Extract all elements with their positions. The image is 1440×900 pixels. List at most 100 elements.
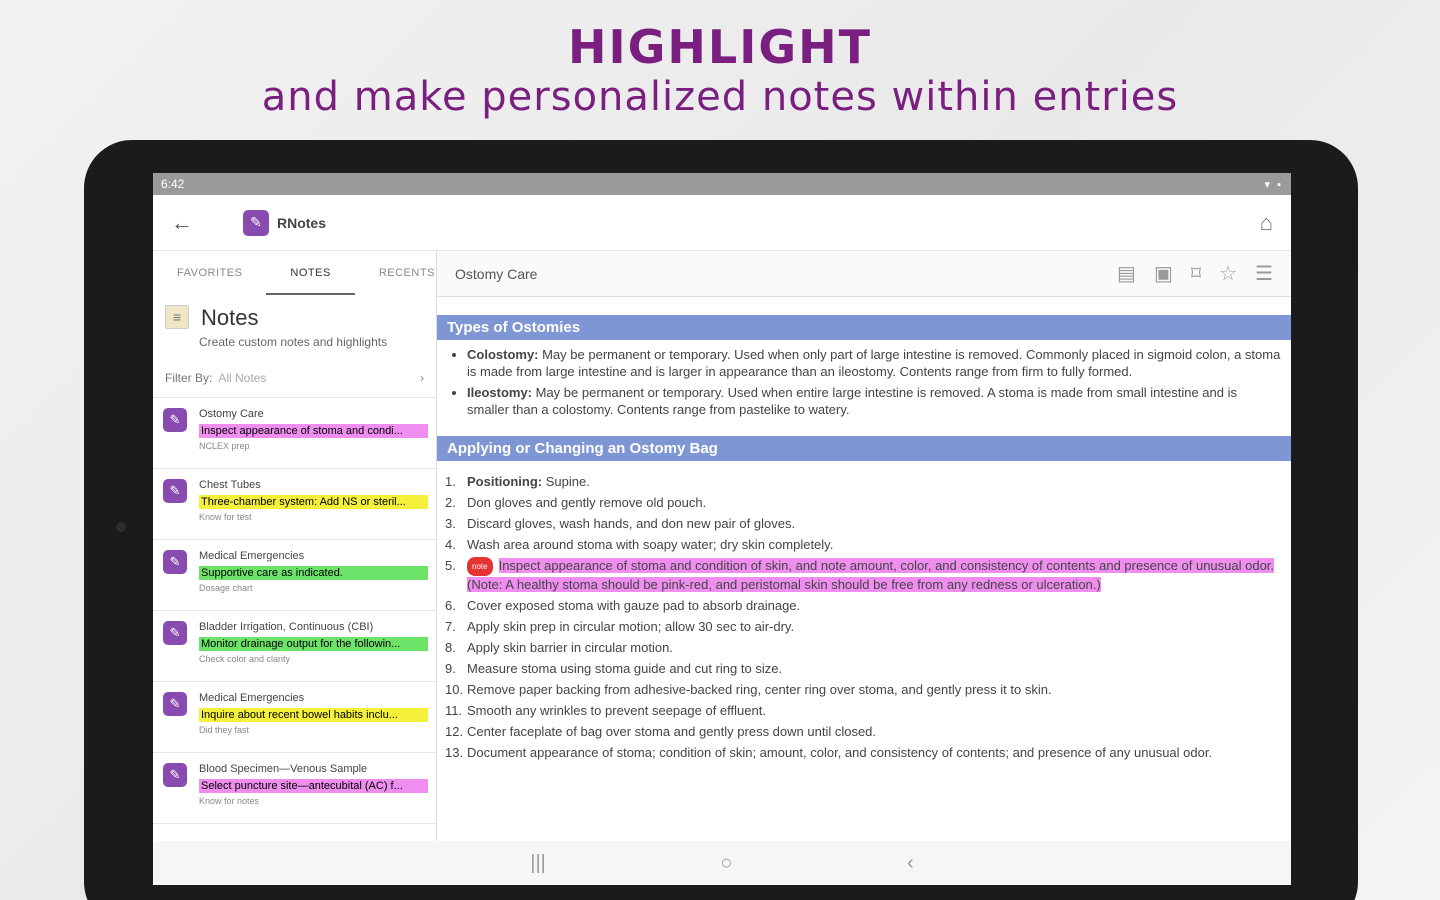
note-title: Blood Specimen—Venous Sample [199, 763, 368, 775]
step-text: Inspect appearance of stoma and conditio… [467, 558, 1275, 593]
note-text: Blood Specimen—Venous Sample Select punct… [199, 763, 428, 815]
step-number: 4. [445, 537, 456, 552]
star-icon[interactable]: ☆ [1219, 261, 1237, 286]
home-circle-icon[interactable]: ○ [720, 852, 732, 875]
menu-icon[interactable]: ☰ [1255, 261, 1273, 286]
step-number: 12. [445, 724, 464, 740]
step-number: 3. [445, 516, 456, 531]
home-icon[interactable]: ⌂ [1260, 210, 1273, 236]
note-text: Medical Emergencies Inquire about recent … [199, 692, 428, 744]
step-number: 2. [445, 495, 456, 510]
step-number: 8. [445, 640, 456, 656]
step-item: 12. Center faceplate of bag over stoma an… [445, 723, 1281, 740]
note-list-item[interactable]: ✎ Chest Tubes Three-chamber system: Add NS… [153, 469, 436, 540]
note-list-item[interactable]: ✎ Ostomy Care Inspect appearance of stoma … [153, 398, 436, 469]
step-item: 10. Remove paper backing from adhesive-ba… [445, 681, 1281, 698]
notes-title: Notes [201, 305, 259, 330]
note-tag: Know for notes [199, 796, 260, 806]
note-list-item[interactable]: ✎ Bladder Irrigation, Continuous (CBI) Mon… [153, 611, 436, 682]
note-title: Medical Emergencies [199, 692, 305, 704]
clipboard-icon[interactable]: ▤ [1117, 261, 1136, 286]
note-text: Medical Emergencies Supportive care as in… [199, 550, 428, 602]
note-app-icon: ✎ [163, 621, 187, 645]
type-item: Colostomy: May be permanent or temporary… [467, 346, 1281, 380]
step-item: 2. Don gloves and gently remove old pouch… [445, 494, 1281, 511]
step-text: Apply skin prep in circular motion; allo… [467, 619, 795, 635]
type-term: Ileostomy: [467, 385, 533, 400]
step-number: 1. [445, 474, 456, 489]
notes-header: ≡ Notes [153, 295, 436, 331]
note-highlight: Three-chamber system: Add NS or steril..… [199, 495, 428, 509]
note-list-item[interactable]: ✎ Blood Specimen—Venous Sample Select punc… [153, 753, 436, 824]
type-text: May be permanent or temporary. Used when… [467, 347, 1281, 379]
notes-subtitle: Create custom notes and highlights [199, 335, 388, 349]
recent-apps-icon[interactable]: ||| [530, 852, 546, 875]
section-types-title: Types of Ostomies [437, 315, 1291, 340]
step-item: 1. Positioning: Supine. [445, 473, 1281, 490]
note-highlight: Select puncture site—antecubital (AC) f.… [199, 779, 428, 793]
device-screen: 6:42 ▾ ▪ ← ✎ RNotes ⌂ FAVORITES NOTES RECE… [153, 173, 1291, 885]
step-body: Smooth any wrinkles to prevent seepage o… [467, 702, 766, 719]
back-arrow-icon[interactable]: ← [171, 210, 211, 236]
type-term: Colostomy: [467, 347, 539, 362]
note-text: Bladder Irrigation, Continuous (CBI) Moni… [199, 621, 428, 673]
status-icons: ▾ ▪ [1264, 178, 1283, 191]
back-chevron-icon[interactable]: ‹ [907, 852, 914, 875]
step-number: 11. [445, 703, 463, 719]
note-list-item[interactable]: ✎ Medical Emergencies Supportive care as i… [153, 540, 436, 611]
step-text: Supine. [545, 474, 590, 489]
tab-notes[interactable]: NOTES [266, 251, 355, 295]
step-body: Document appearance of stoma; condition … [467, 744, 1212, 761]
types-list: Colostomy: May be permanent or temporary… [437, 340, 1291, 418]
step-text: Remove paper backing from adhesive-backe… [467, 682, 1052, 698]
step-number: 6. [445, 598, 456, 614]
headline-subtitle: and make personalized notes within entri… [261, 74, 1179, 120]
content-body: FAVORITES NOTES RECENTS ≡ Notes Create cus… [153, 251, 1291, 863]
filter-row[interactable]: Filter By: All Notes › [153, 349, 436, 398]
note-title: Bladder Irrigation, Continuous (CBI) [199, 621, 374, 633]
step-number: 10. [445, 682, 464, 698]
note-highlight: Supportive care as indicated. [199, 566, 428, 580]
step-body: Discard gloves, wash hands, and don new … [467, 515, 795, 532]
step-body: Don gloves and gently remove old pouch. [467, 494, 706, 511]
notepad-icon: ≡ [165, 305, 189, 329]
note-badge-icon[interactable]: note [467, 557, 493, 577]
step-body: Apply skin prep in circular motion; allo… [467, 618, 794, 635]
step-body: Wash area around stoma with soapy water;… [467, 536, 833, 553]
step-text: Apply skin barrier in circular motion. [467, 640, 673, 656]
note-list-item[interactable]: ✎ Medical Emergencies Inquire about recent… [153, 682, 436, 753]
entry-panel: Ostomy Care ▤ ▣ ⌑ ☆ ☰ Types of Ostomies … [437, 251, 1291, 863]
filter-label: Filter By: [165, 371, 213, 385]
step-number: 13. [445, 745, 464, 761]
step-text: Discard gloves, wash hands, and don new … [467, 516, 796, 531]
status-time: 6:42 [161, 177, 185, 191]
tag-icon[interactable]: ⌑ [1191, 261, 1201, 286]
note-tag: Check color and clarity [199, 654, 291, 664]
step-text: Center faceplate of bag over stoma and g… [467, 724, 877, 740]
note-title: Ostomy Care [199, 408, 264, 420]
step-item: 3. Discard gloves, wash hands, and don ne… [445, 515, 1281, 532]
topic-title: Ostomy Care [455, 265, 538, 282]
save-icon[interactable]: ▣ [1154, 261, 1173, 286]
step-number: 7. [445, 619, 456, 635]
system-nav-bar: ||| ○ ‹ [153, 841, 1291, 885]
app-title: RNotes [277, 214, 327, 231]
app-bar: ← ✎ RNotes ⌂ [153, 195, 1291, 251]
step-body: Positioning: Supine. [467, 473, 590, 490]
note-tag: Know for test [199, 512, 252, 522]
type-text: May be permanent or temporary. Used when… [467, 385, 1237, 417]
note-app-icon: ✎ [163, 763, 187, 787]
tab-favorites[interactable]: FAVORITES [153, 251, 266, 295]
note-highlight: Monitor drainage output for the followin… [199, 637, 428, 651]
note-tag: NCLEX prep [199, 441, 250, 451]
step-text: Wash area around stoma with soapy water;… [467, 537, 834, 552]
note-highlight: Inquire about recent bowel habits inclu.… [199, 708, 428, 722]
notes-sidebar: FAVORITES NOTES RECENTS ≡ Notes Create cus… [153, 251, 437, 863]
step-body: Measure stoma using stoma guide and cut … [467, 660, 782, 677]
camera-icon [116, 522, 126, 532]
note-tag: Dosage chart [199, 583, 253, 593]
step-text: Document appearance of stoma; condition … [467, 745, 1213, 761]
step-item: 5. note Inspect appearance of stoma and co… [445, 557, 1281, 593]
note-app-icon: ✎ [163, 479, 187, 503]
step-body: note Inspect appearance of stoma and cond… [467, 557, 1281, 593]
